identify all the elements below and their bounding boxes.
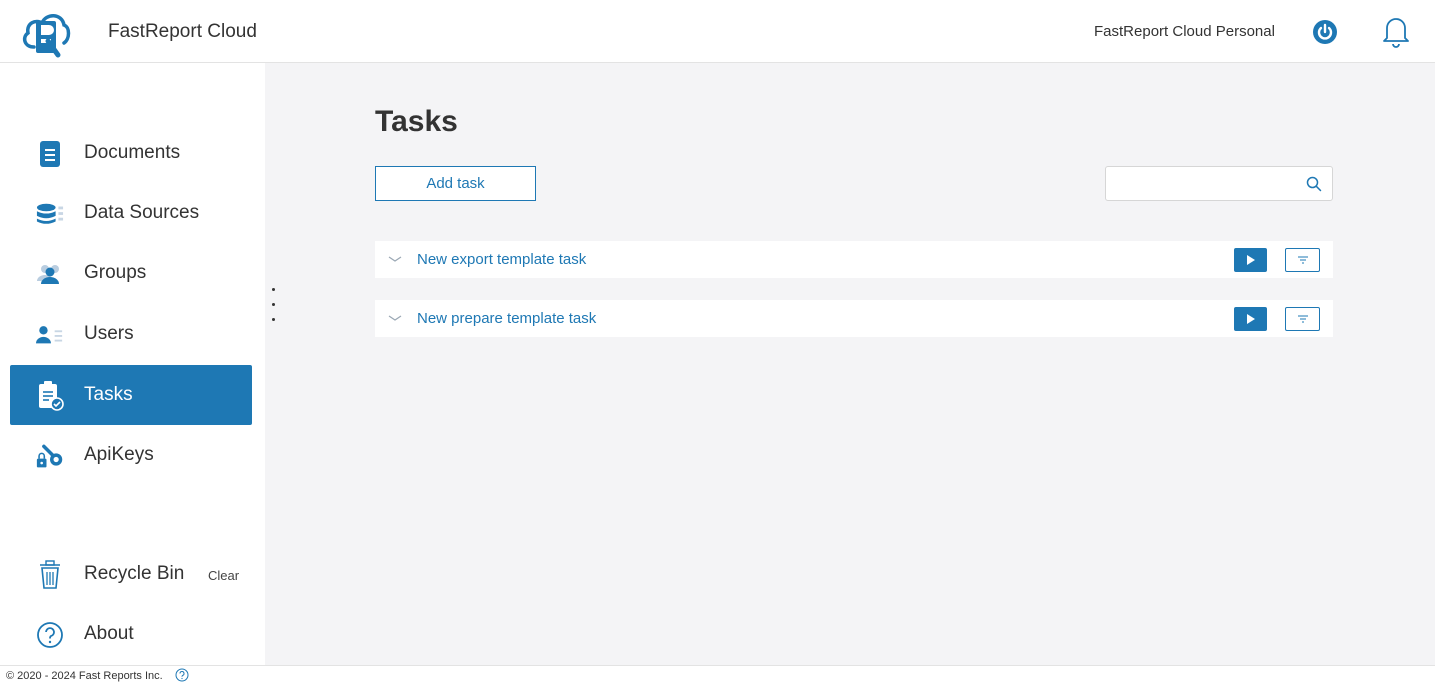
groups-icon (36, 260, 64, 288)
app-title: FastReport Cloud (108, 21, 257, 42)
run-task-button[interactable] (1234, 307, 1267, 331)
chevron-down-icon[interactable] (387, 253, 403, 265)
sidebar-item-label: Documents (84, 142, 181, 163)
task-name[interactable]: New prepare template task (417, 310, 596, 327)
settings-icon (1297, 315, 1308, 323)
bell-icon[interactable] (1381, 14, 1411, 48)
copyright-text: © 2020 - 2024 Fast Reports Inc. (6, 670, 163, 682)
run-task-button[interactable] (1234, 248, 1267, 272)
sidebar-item-label: Data Sources (84, 202, 200, 223)
play-icon (1246, 255, 1255, 265)
sidebar-item-label: Users (84, 323, 134, 344)
add-task-button[interactable]: Add task (375, 166, 536, 201)
about-icon (36, 621, 64, 649)
play-icon (1246, 314, 1255, 324)
footer: © 2020 - 2024 Fast Reports Inc. (0, 665, 1435, 685)
sidebar-item-label: About (84, 623, 134, 644)
power-icon[interactable] (1312, 19, 1338, 45)
search-input[interactable] (1106, 167, 1296, 200)
search-icon[interactable] (1306, 176, 1322, 192)
task-settings-button[interactable] (1285, 307, 1320, 331)
sidebar-item-label: Groups (84, 262, 147, 283)
recycle-bin-icon (36, 560, 64, 589)
sidebar-item-label: Recycle Bin (84, 563, 185, 584)
sidebar-item-groups[interactable]: Groups (10, 243, 252, 303)
search-box (1105, 166, 1333, 201)
sidebar-resize-handle[interactable] (265, 63, 283, 665)
chevron-down-icon[interactable] (387, 312, 403, 324)
task-name[interactable]: New export template task (417, 251, 586, 268)
sidebar-item-apikeys[interactable]: ApiKeys (10, 425, 252, 485)
sidebar-item-label: Tasks (84, 384, 133, 405)
handle-dot (272, 303, 275, 306)
help-icon[interactable] (175, 668, 189, 682)
task-row: New prepare template task (375, 300, 1333, 337)
sidebar-item-label: ApiKeys (84, 444, 154, 465)
sidebar-item-about[interactable]: About (10, 604, 252, 664)
sidebar-item-users[interactable]: Users (10, 304, 252, 364)
fastreport-logo[interactable] (20, 7, 72, 59)
sidebar-item-tasks[interactable]: Tasks (10, 365, 252, 425)
document-icon (36, 140, 64, 168)
clear-recycle-bin-link[interactable]: Clear (208, 568, 239, 583)
page-title: Tasks (375, 105, 458, 138)
apikeys-icon (36, 442, 64, 470)
database-icon (36, 200, 64, 228)
account-name[interactable]: FastReport Cloud Personal (1094, 23, 1275, 40)
app-header: FastReport Cloud FastReport Cloud Person… (0, 0, 1435, 63)
handle-dot (272, 318, 275, 321)
users-icon (36, 321, 64, 349)
sidebar-item-documents[interactable]: Documents (10, 123, 252, 183)
handle-dot (272, 288, 275, 291)
task-settings-button[interactable] (1285, 248, 1320, 272)
tasks-icon (36, 381, 64, 411)
task-row: New export template task (375, 241, 1333, 278)
sidebar-item-data-sources[interactable]: Data Sources (10, 183, 252, 243)
settings-icon (1297, 256, 1308, 264)
main-content: Tasks Add task New export template task … (265, 63, 1435, 665)
sidebar: Documents Data Sources Groups Users Task… (0, 63, 265, 665)
